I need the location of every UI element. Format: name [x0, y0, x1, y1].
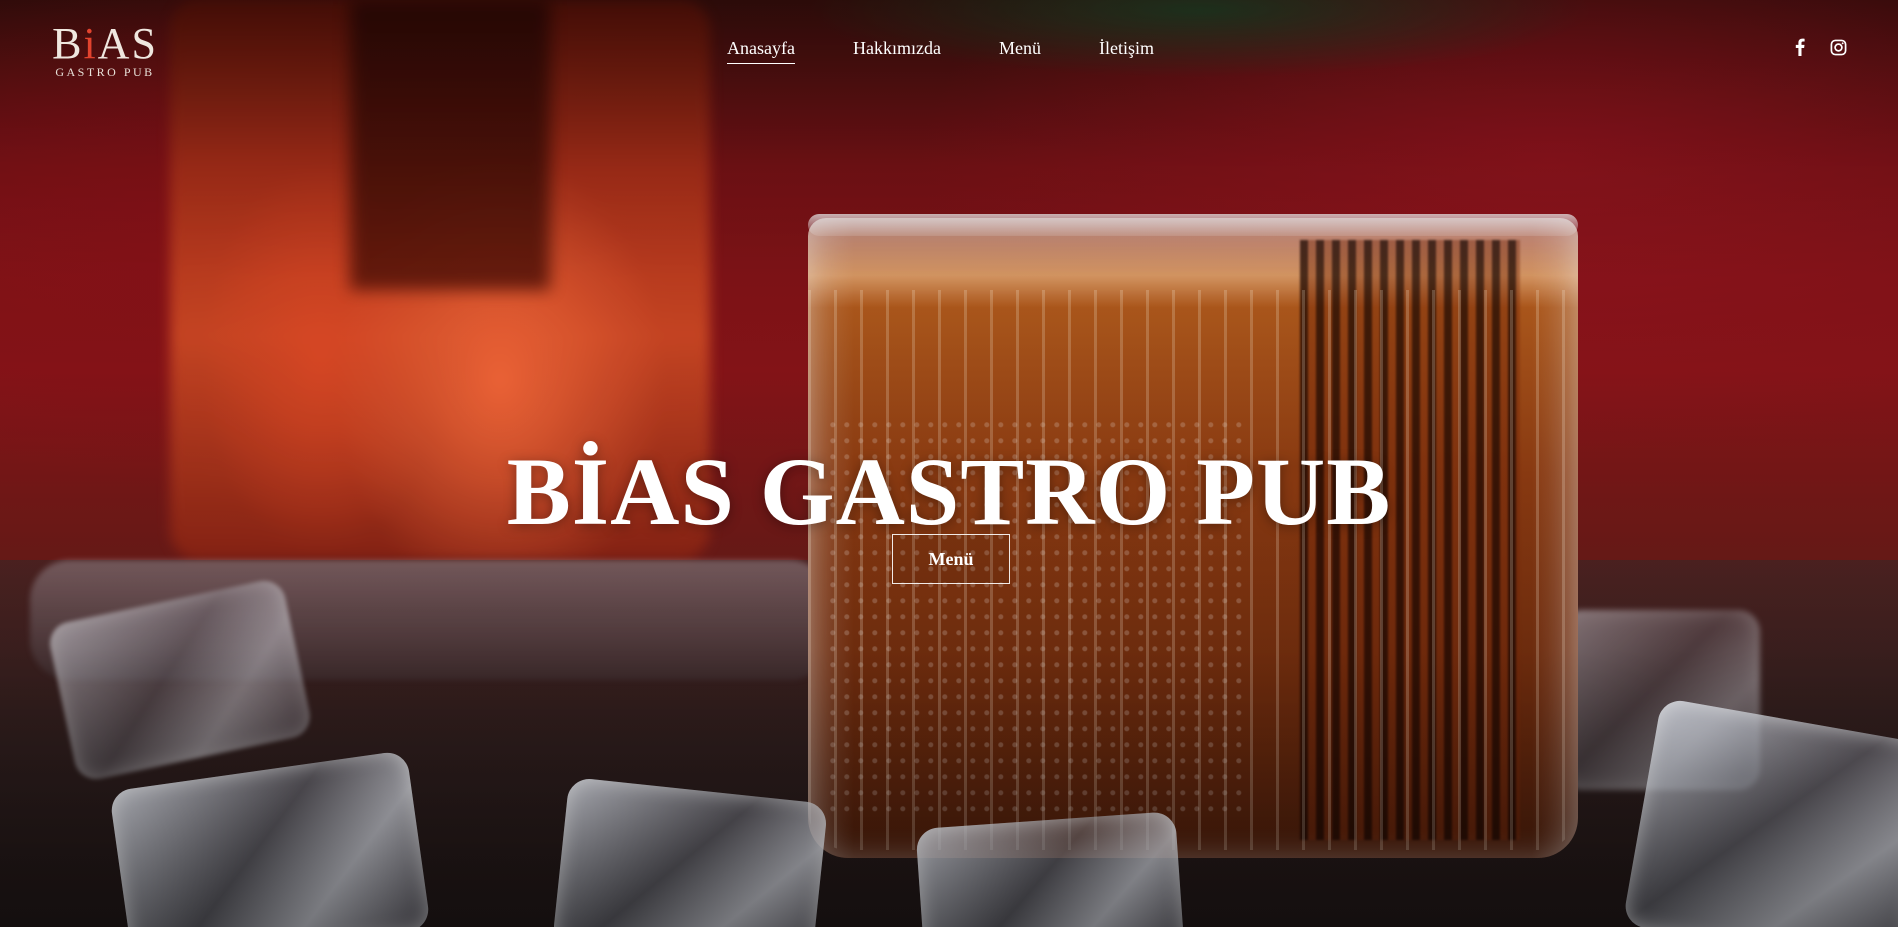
nav-item-hakkimizda[interactable]: Hakkımızda	[853, 38, 941, 64]
menu-button[interactable]: Menü	[892, 534, 1010, 584]
nav-item-anasayfa[interactable]: Anasayfa	[727, 38, 795, 64]
logo-wordmark: BiAS	[40, 22, 170, 66]
logo-letters: B	[52, 19, 84, 68]
logo-subtitle: GASTRO PUB	[55, 65, 155, 79]
nav-item-iletisim[interactable]: İletişim	[1099, 38, 1154, 64]
hero-section: BiAS GASTRO PUB Anasayfa Hakkımızda Menü…	[0, 0, 1898, 927]
facebook-icon[interactable]	[1790, 37, 1810, 57]
nav-item-menu[interactable]: Menü	[999, 38, 1041, 64]
logo-letters: AS	[97, 19, 158, 68]
brand-logo[interactable]: BiAS GASTRO PUB	[40, 22, 170, 82]
instagram-icon[interactable]	[1828, 37, 1848, 57]
main-nav: Anasayfa Hakkımızda Menü İletişim	[727, 38, 1154, 64]
hero-title: BİAS GASTRO PUB	[506, 438, 1392, 546]
social-links	[1790, 37, 1848, 57]
logo-accent-letter: i	[83, 19, 98, 68]
